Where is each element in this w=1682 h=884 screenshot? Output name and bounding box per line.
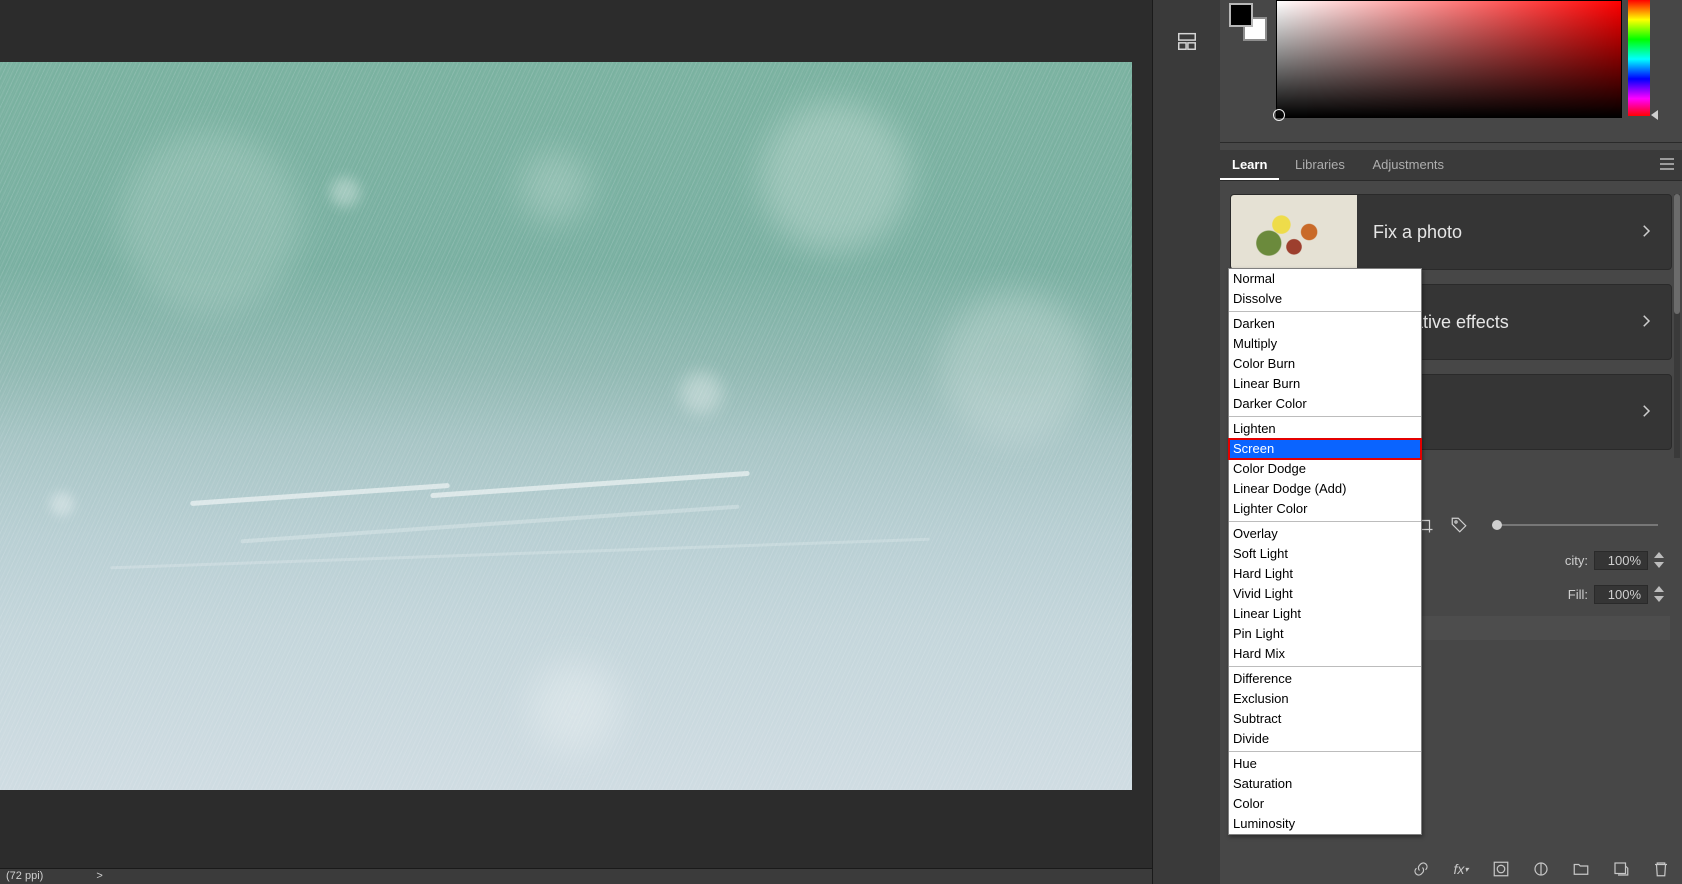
chevron-right-icon bbox=[1637, 402, 1671, 423]
blend-mode-divide[interactable]: Divide bbox=[1229, 729, 1421, 749]
opacity-label: city: bbox=[1565, 553, 1588, 568]
fill-row: Fill: 100% bbox=[1568, 582, 1664, 606]
blend-mode-color[interactable]: Color bbox=[1229, 794, 1421, 814]
group-icon[interactable] bbox=[1572, 860, 1590, 878]
chevron-right-icon bbox=[1637, 222, 1671, 243]
blend-mode-hue[interactable]: Hue bbox=[1229, 754, 1421, 774]
adjustment-icon[interactable] bbox=[1532, 860, 1550, 878]
fill-stepper[interactable] bbox=[1654, 586, 1664, 602]
link-icon[interactable] bbox=[1412, 860, 1430, 878]
blend-mode-hard-light[interactable]: Hard Light bbox=[1229, 564, 1421, 584]
foreground-color-swatch[interactable] bbox=[1230, 4, 1252, 26]
menu-divider bbox=[1229, 416, 1421, 417]
blend-mode-overlay[interactable]: Overlay bbox=[1229, 524, 1421, 544]
blend-mode-menu[interactable]: NormalDissolveDarkenMultiplyColor BurnLi… bbox=[1228, 268, 1422, 835]
blend-mode-color-dodge[interactable]: Color Dodge bbox=[1229, 459, 1421, 479]
opacity-row: city: 100% bbox=[1565, 548, 1664, 572]
blend-mode-darker-color[interactable]: Darker Color bbox=[1229, 394, 1421, 414]
layer-panel-footer: fx▾ bbox=[1412, 860, 1670, 878]
trash-icon[interactable] bbox=[1652, 860, 1670, 878]
panel-tabs: Learn Libraries Adjustments bbox=[1220, 150, 1682, 181]
menu-divider bbox=[1229, 751, 1421, 752]
blend-mode-normal[interactable]: Normal bbox=[1229, 269, 1421, 289]
scrollbar-thumb[interactable] bbox=[1674, 194, 1680, 314]
opacity-stepper[interactable] bbox=[1654, 552, 1664, 568]
card-thumbnail bbox=[1231, 195, 1357, 269]
blend-mode-screen[interactable]: Screen bbox=[1229, 439, 1421, 459]
canvas-area[interactable] bbox=[0, 0, 1152, 878]
status-bar: (72 ppi) > bbox=[0, 868, 1152, 884]
label-icon[interactable] bbox=[1450, 516, 1468, 534]
blend-mode-darken[interactable]: Darken bbox=[1229, 314, 1421, 334]
opacity-input[interactable]: 100% bbox=[1594, 551, 1648, 570]
panel-menu-icon[interactable] bbox=[1660, 158, 1674, 170]
mask-icon[interactable] bbox=[1492, 860, 1510, 878]
blend-mode-linear-dodge-add[interactable]: Linear Dodge (Add) bbox=[1229, 479, 1421, 499]
blend-mode-multiply[interactable]: Multiply bbox=[1229, 334, 1421, 354]
blend-mode-lighter-color[interactable]: Lighter Color bbox=[1229, 499, 1421, 519]
blend-mode-color-burn[interactable]: Color Burn bbox=[1229, 354, 1421, 374]
tab-adjustments[interactable]: Adjustments bbox=[1361, 150, 1457, 180]
fx-icon[interactable]: fx▾ bbox=[1452, 860, 1470, 878]
learn-card-fix-photo[interactable]: Fix a photo bbox=[1230, 194, 1672, 270]
zoom-readout: (72 ppi) bbox=[6, 870, 43, 882]
tab-libraries[interactable]: Libraries bbox=[1283, 150, 1357, 180]
color-panel bbox=[1220, 0, 1682, 143]
menu-divider bbox=[1229, 666, 1421, 667]
blend-mode-linear-burn[interactable]: Linear Burn bbox=[1229, 374, 1421, 394]
learn-scrollbar[interactable] bbox=[1674, 194, 1680, 458]
blend-mode-saturation[interactable]: Saturation bbox=[1229, 774, 1421, 794]
fill-label: Fill: bbox=[1568, 587, 1588, 602]
menu-divider bbox=[1229, 521, 1421, 522]
hue-strip[interactable] bbox=[1628, 0, 1650, 116]
chevron-right-icon bbox=[1637, 312, 1671, 333]
blend-mode-pin-light[interactable]: Pin Light bbox=[1229, 624, 1421, 644]
blend-mode-hard-mix[interactable]: Hard Mix bbox=[1229, 644, 1421, 664]
layer-filter-tools bbox=[1416, 512, 1658, 538]
tab-learn[interactable]: Learn bbox=[1220, 150, 1279, 180]
blend-mode-subtract[interactable]: Subtract bbox=[1229, 709, 1421, 729]
slider-thumb[interactable] bbox=[1492, 520, 1502, 530]
foreground-background-swatches[interactable] bbox=[1230, 4, 1266, 40]
blend-mode-difference[interactable]: Difference bbox=[1229, 669, 1421, 689]
blend-mode-linear-light[interactable]: Linear Light bbox=[1229, 604, 1421, 624]
blend-mode-soft-light[interactable]: Soft Light bbox=[1229, 544, 1421, 564]
blend-mode-dissolve[interactable]: Dissolve bbox=[1229, 289, 1421, 309]
panel-gutter bbox=[1152, 0, 1222, 884]
hue-indicator[interactable] bbox=[1651, 110, 1658, 120]
panels-icon[interactable] bbox=[1176, 30, 1198, 52]
layer-filter-slider[interactable] bbox=[1492, 524, 1658, 526]
card-title: Fix a photo bbox=[1357, 222, 1637, 243]
new-layer-icon[interactable] bbox=[1612, 860, 1630, 878]
menu-divider bbox=[1229, 311, 1421, 312]
blend-mode-lighten[interactable]: Lighten bbox=[1229, 419, 1421, 439]
layer-row[interactable] bbox=[1416, 616, 1670, 640]
color-field-cursor[interactable] bbox=[1273, 109, 1285, 121]
blend-mode-luminosity[interactable]: Luminosity bbox=[1229, 814, 1421, 834]
color-field[interactable] bbox=[1276, 0, 1622, 118]
status-chevron[interactable]: > bbox=[96, 869, 102, 884]
document-image[interactable] bbox=[0, 62, 1132, 790]
blend-mode-exclusion[interactable]: Exclusion bbox=[1229, 689, 1421, 709]
fill-input[interactable]: 100% bbox=[1594, 585, 1648, 604]
blend-mode-vivid-light[interactable]: Vivid Light bbox=[1229, 584, 1421, 604]
